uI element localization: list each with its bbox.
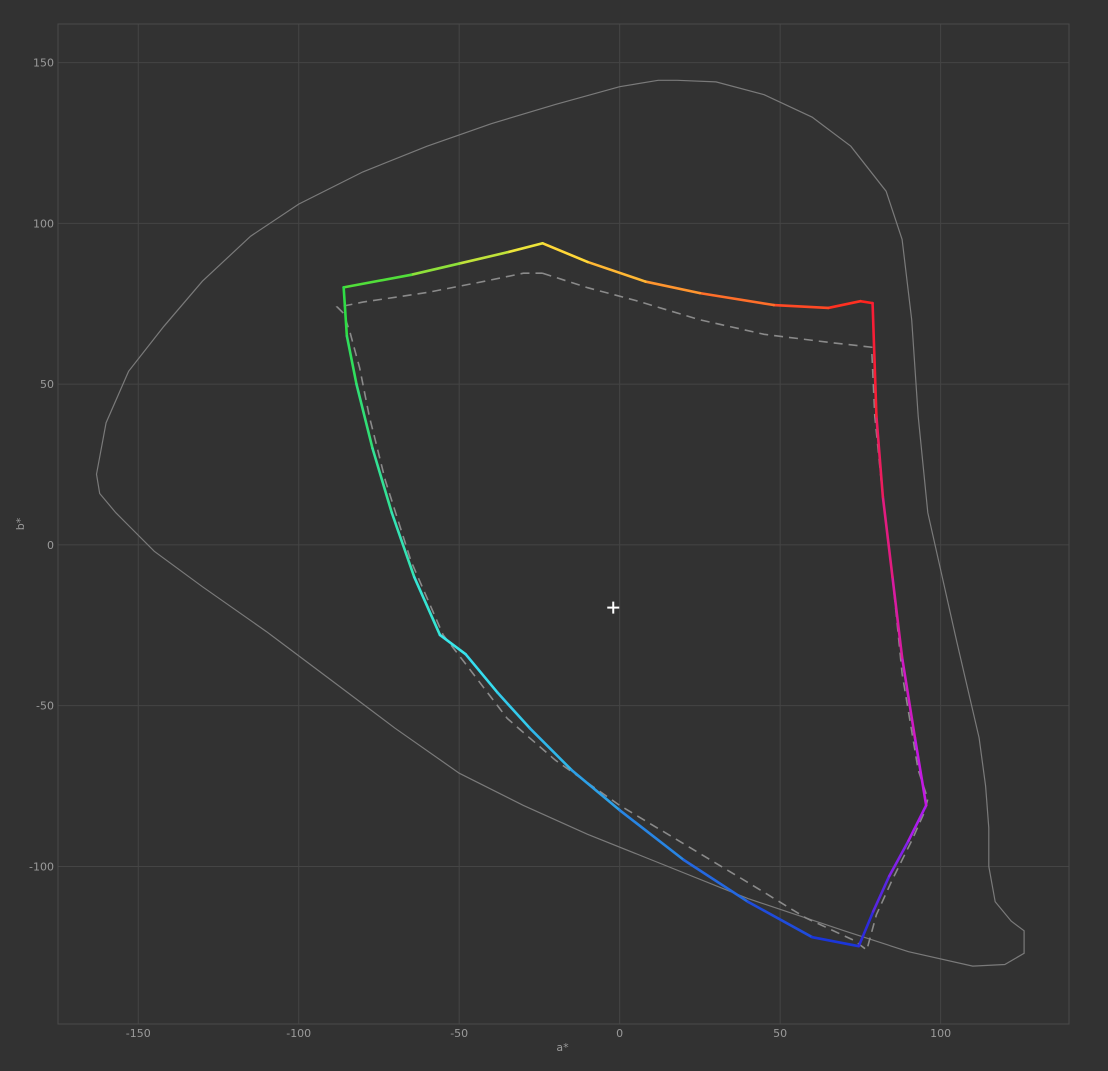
y-tick-label: 150 — [33, 57, 54, 70]
y-tick-label: 0 — [47, 539, 54, 552]
x-tick-label: -100 — [286, 1027, 311, 1040]
gamut-chart: -150 -100 -50 0 50 100 150 100 50 0 -50 -100 a* b* — [0, 0, 1108, 1071]
y-tick-label: 50 — [40, 378, 54, 391]
y-tick-label: 100 — [33, 217, 54, 230]
chart-background — [0, 0, 1108, 1071]
y-tick-label: -50 — [36, 700, 54, 713]
x-tick-label: -150 — [126, 1027, 151, 1040]
x-tick-label: -50 — [450, 1027, 468, 1040]
x-axis-label: a* — [556, 1041, 569, 1054]
y-tick-label: -100 — [29, 860, 54, 873]
x-tick-label: 100 — [930, 1027, 951, 1040]
x-tick-label: 0 — [616, 1027, 623, 1040]
x-tick-label: 50 — [773, 1027, 787, 1040]
y-axis-label: b* — [14, 517, 27, 530]
